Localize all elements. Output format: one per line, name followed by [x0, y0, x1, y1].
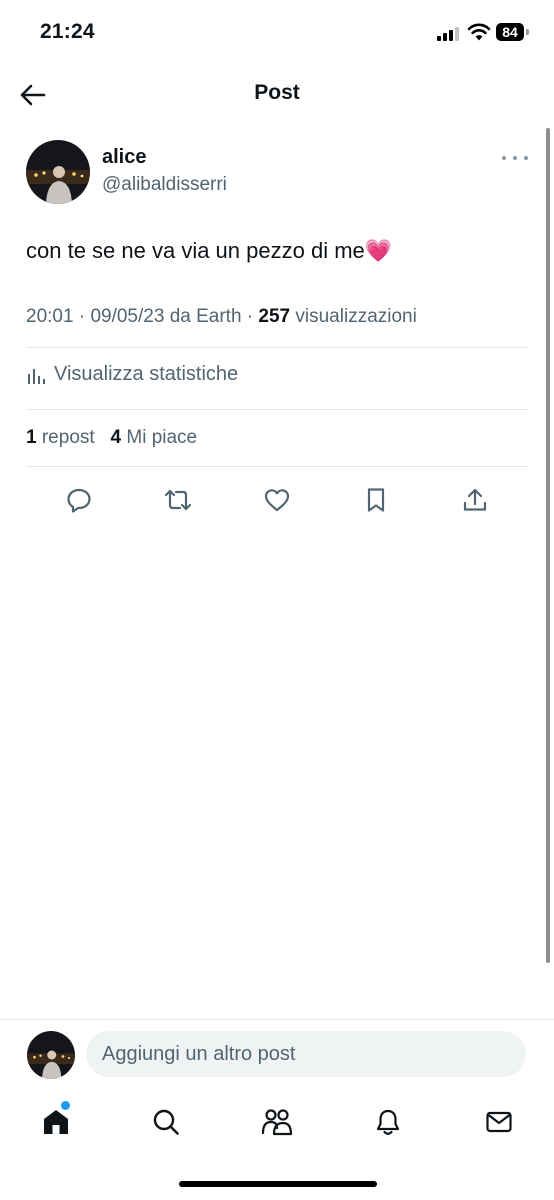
divider [0, 1019, 554, 1020]
post-text: con te se ne va via un pezzo di me💗 [26, 238, 393, 263]
back-button[interactable] [14, 78, 52, 112]
likes-link[interactable]: 4 Mi piace [111, 427, 198, 448]
reply-icon [67, 488, 91, 513]
more-horizontal-icon [502, 156, 506, 160]
divider [26, 466, 528, 467]
view-stats-button[interactable]: Visualizza statistiche [26, 363, 238, 386]
post-date: 09/05/23 [90, 306, 165, 327]
repost-count: 1 [26, 427, 37, 448]
search-icon [153, 1109, 179, 1135]
home-icon [44, 1110, 68, 1134]
battery-icon: 84 [496, 23, 524, 41]
views-label: visualizzazioni [295, 306, 417, 327]
home-indicator[interactable] [179, 1181, 377, 1187]
nav-communities[interactable] [255, 1100, 299, 1144]
more-options-button[interactable] [502, 150, 528, 166]
bookmark-button[interactable] [356, 480, 396, 520]
engagement-counts: 1 repost 4 Mi piace [26, 427, 197, 449]
like-label: Mi piace [126, 427, 198, 448]
repost-label: repost [41, 427, 95, 448]
post-meta: 20:01 · 09/05/23 da Earth · 257 visualiz… [26, 306, 417, 327]
status-time: 21:24 [40, 20, 95, 43]
arrow-left-icon [20, 84, 46, 106]
messages-icon [486, 1111, 512, 1133]
view-stats-label: Visualizza statistiche [54, 363, 239, 385]
author-avatar[interactable] [26, 140, 90, 204]
reply-button[interactable] [59, 480, 99, 520]
like-icon [264, 489, 290, 512]
bar-chart-icon [28, 368, 45, 384]
repost-button[interactable] [158, 480, 198, 520]
scrollbar[interactable] [546, 128, 550, 963]
notification-dot [61, 1101, 70, 1110]
author-handle[interactable]: @alibaldisserri [102, 174, 227, 196]
divider [26, 347, 528, 348]
like-count: 4 [110, 427, 122, 448]
repost-icon [164, 489, 192, 511]
nav-messages[interactable] [477, 1100, 521, 1144]
views-count: 257 [258, 306, 291, 327]
cellular-signal-icon [437, 27, 459, 41]
like-button[interactable] [257, 480, 297, 520]
post-source: da Earth [169, 306, 242, 327]
post-time: 20:01 [26, 306, 74, 327]
communities-icon [261, 1109, 293, 1136]
divider [26, 409, 528, 410]
nav-notifications[interactable] [366, 1100, 410, 1144]
nav-search[interactable] [144, 1100, 188, 1144]
battery-tip [526, 29, 529, 35]
composer-avatar[interactable] [27, 1031, 75, 1079]
page-title: Post [254, 81, 300, 104]
reposts-link[interactable]: 1 repost [26, 427, 95, 448]
share-icon [463, 488, 487, 511]
author-name[interactable]: alice [102, 146, 146, 169]
reply-input[interactable] [86, 1031, 526, 1077]
nav-home[interactable] [34, 1100, 78, 1144]
wifi-icon [467, 23, 491, 41]
share-button[interactable] [455, 480, 495, 520]
bookmark-icon [367, 488, 385, 512]
notifications-icon [376, 1109, 400, 1135]
